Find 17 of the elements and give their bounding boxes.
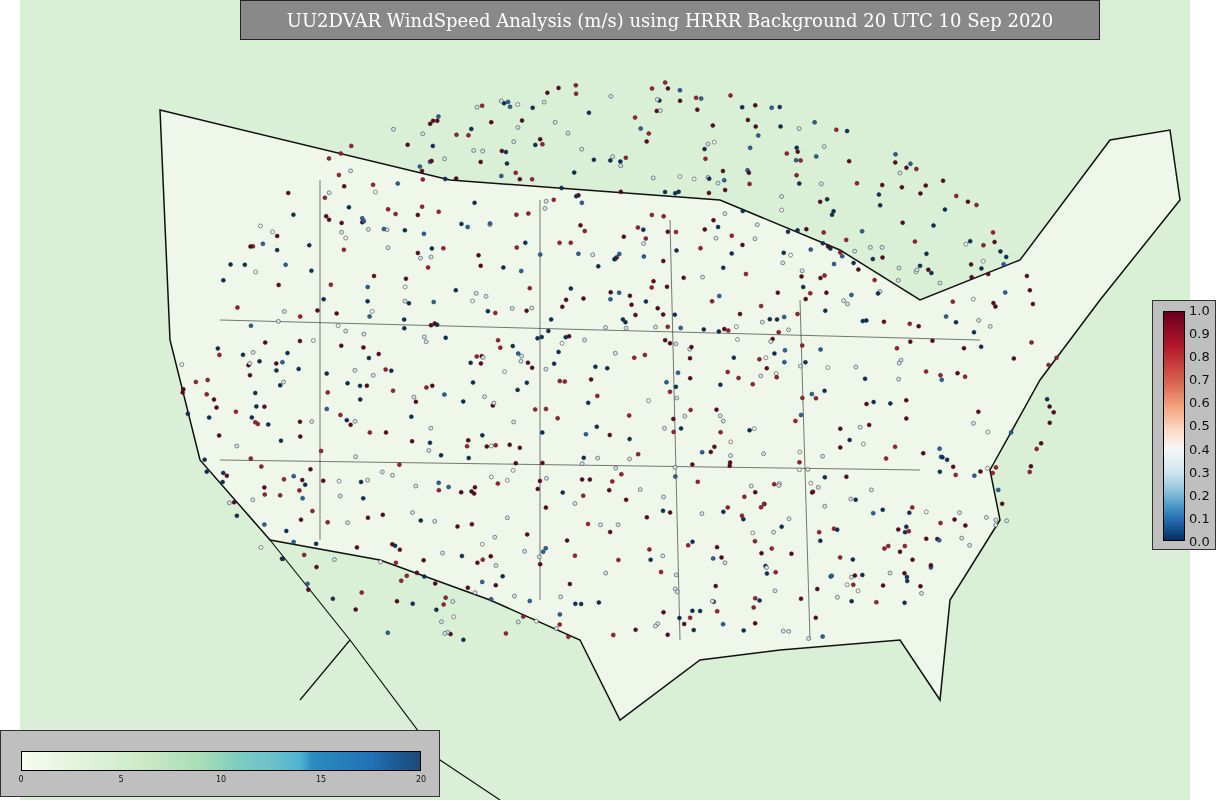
map-title: UU2DVAR WindSpeed Analysis (m/s) using HRRR Background 20 UTC 10 Sep 2020	[240, 0, 1100, 40]
tick-label: 10	[215, 775, 227, 784]
tick-label: 0.7	[1189, 372, 1210, 388]
tick-label: 0.1	[1189, 510, 1210, 526]
tick-label: 0.3	[1189, 464, 1210, 480]
tick-label: 0.6	[1189, 395, 1210, 411]
tick-label: 20	[415, 775, 427, 784]
tick-label: 5	[118, 775, 124, 784]
tick-label: 0.4	[1189, 441, 1210, 457]
tick-label: 1.0	[1189, 303, 1210, 318]
tick-label: 0	[18, 775, 24, 784]
tick-label: 0.5	[1189, 418, 1210, 434]
tick-label: 0.9	[1189, 326, 1210, 342]
tick-label: 15	[315, 775, 327, 784]
tick-label: 0.2	[1189, 487, 1210, 503]
tick-label: 0.8	[1189, 349, 1210, 365]
tick-label: 0.0	[1189, 533, 1210, 549]
